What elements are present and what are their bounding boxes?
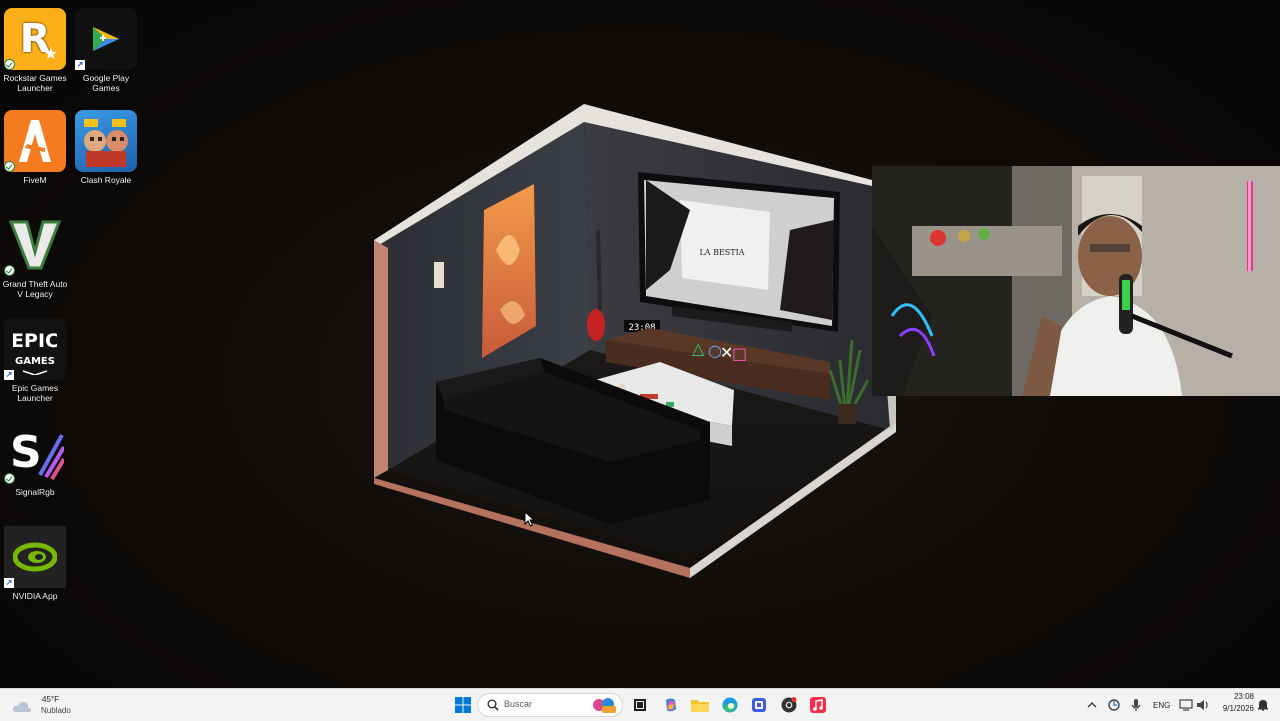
sync-check-icon [4, 265, 15, 276]
rockstar-icon: R ★ [4, 8, 66, 70]
tray-clock[interactable]: 23:08 9/1/2026 [1214, 692, 1254, 718]
file-explorer-button[interactable] [688, 693, 712, 717]
copilot-icon [666, 698, 676, 712]
clock-time: 23:08 [1233, 692, 1254, 701]
desktop-icon-epic-games[interactable]: EPIC GAMES ↗ Epic Games Launcher [0, 318, 70, 403]
notification-button[interactable] [1254, 693, 1272, 717]
webcam-overlay [872, 166, 1280, 396]
windows-start-icon [455, 697, 471, 713]
desktop-icon-signalrgb[interactable]: S SignalRgb [0, 422, 70, 497]
chrome-button[interactable] [777, 693, 801, 717]
tray-volume[interactable] [1193, 693, 1213, 717]
search-icon [487, 699, 499, 711]
shortcut-arrow-icon: ↗ [75, 60, 85, 70]
desktop-icon-label: SignalRgb [15, 487, 55, 497]
signalrgb-icon: S [4, 422, 66, 484]
desktop-icon-label: Clash Royale [80, 175, 132, 185]
clash-royale-icon [75, 110, 137, 172]
music-app-button[interactable] [806, 693, 830, 717]
edge-button[interactable] [718, 693, 742, 717]
fivem-icon [4, 110, 66, 172]
desktop: R ★ Rockstar Games Launcher ↗ Google Pla… [0, 0, 1280, 688]
weather-condition: Nublado [41, 706, 71, 715]
taskbar-search[interactable]: Buscar [477, 693, 623, 717]
desktop-icon-rockstar[interactable]: R ★ Rockstar Games Launcher [0, 8, 70, 93]
desktop-icon-google-play-games[interactable]: ↗ Google Play Games [71, 8, 141, 93]
gta-v-icon [4, 214, 66, 276]
desktop-icon-label: Epic Games Launcher [11, 383, 59, 403]
file-explorer-icon [691, 700, 709, 712]
google-play-games-icon: ↗ [75, 8, 137, 70]
tray-microphone[interactable] [1126, 693, 1146, 717]
shortcut-arrow-icon: ↗ [4, 578, 14, 588]
svg-text:S: S [10, 427, 42, 478]
desktop-icon-label: FiveM [23, 175, 47, 185]
mouse-cursor-icon [524, 511, 536, 527]
desktop-icon-label: NVIDIA App [12, 591, 58, 601]
task-view-button[interactable] [628, 693, 652, 717]
search-placeholder: Buscar [504, 699, 533, 709]
tray-overflow-button[interactable] [1082, 693, 1102, 717]
microphone-icon [1131, 699, 1141, 711]
tray-network-sync[interactable] [1104, 693, 1124, 717]
desktop-icon-label: Google Play Games [82, 73, 130, 93]
sync-icon [1108, 699, 1120, 711]
nvidia-icon: ↗ [4, 526, 66, 588]
desktop-icon-gta-v[interactable]: Grand Theft Auto V Legacy [0, 214, 70, 299]
music-icon [810, 697, 826, 713]
app-icon [752, 698, 766, 712]
cloudy-weather-icon [12, 701, 32, 712]
epic-games-icon: EPIC GAMES ↗ [4, 318, 66, 380]
desktop-icon-label: Rockstar Games Launcher [3, 73, 67, 93]
desktop-icon-nvidia[interactable]: ↗ NVIDIA App [0, 526, 70, 601]
weather-temp: 45°F [42, 695, 59, 704]
tv-poster-text: LA BESTIA [699, 248, 744, 257]
shortcut-arrow-icon: ↗ [4, 370, 14, 380]
network-icon [1179, 699, 1193, 711]
pinned-app-button[interactable] [747, 693, 771, 717]
sync-check-icon [4, 161, 15, 172]
search-highlight-icon [593, 698, 616, 713]
chevron-up-icon [1087, 702, 1097, 708]
input-language[interactable]: ENG [1153, 701, 1170, 710]
start-button[interactable] [451, 693, 475, 717]
notification-bell-icon [1258, 700, 1268, 711]
desktop-icon-label: Grand Theft Auto V Legacy [2, 279, 68, 299]
chrome-icon [781, 697, 797, 713]
sync-check-icon [4, 59, 15, 70]
clock-date: 9/1/2026 [1222, 704, 1254, 713]
edge-icon [722, 697, 738, 713]
desktop-icon-fivem[interactable]: FiveM [0, 110, 70, 185]
sync-check-icon [4, 473, 15, 484]
task-view-icon [634, 699, 646, 711]
svg-text:EPIC: EPIC [13, 330, 57, 352]
svg-text:□: □ [732, 344, 747, 363]
isometric-room-wallpaper: LA BESTIA 23:08 △ ○ ✕ □ [374, 104, 896, 578]
taskbar: 45°F Nublado Buscar ENG 23:08 9/1/2026 [0, 688, 1280, 721]
volume-icon [1197, 700, 1208, 710]
svg-text:△: △ [692, 339, 705, 358]
desktop-icon-clash-royale[interactable]: Clash Royale [71, 110, 141, 185]
svg-text:GAMES: GAMES [15, 356, 55, 367]
copilot-button[interactable] [659, 693, 683, 717]
weather-widget[interactable]: 45°F Nublado [8, 693, 78, 717]
